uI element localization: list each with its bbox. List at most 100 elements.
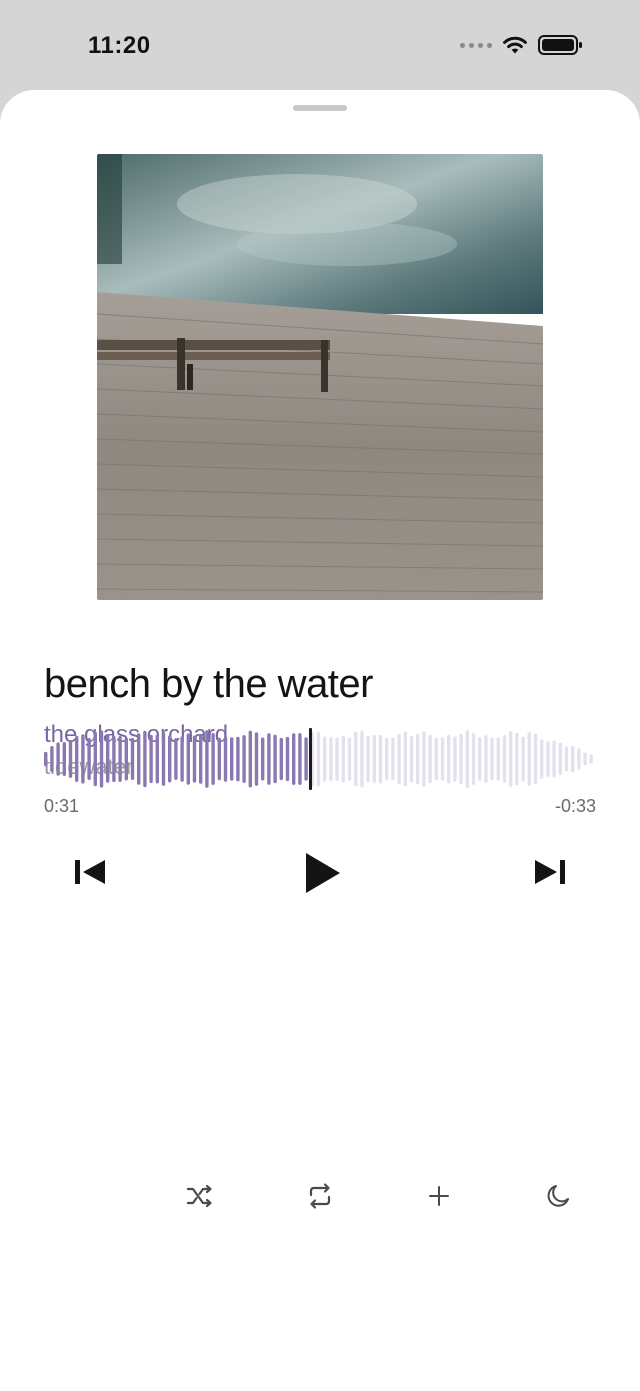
- waveform-bar: [385, 737, 389, 781]
- waveform-bar: [242, 735, 246, 783]
- waveform-bar: [230, 737, 234, 781]
- waveform-bar: [403, 731, 407, 787]
- waveform-bar: [564, 746, 569, 772]
- waveform-bar: [217, 737, 221, 781]
- waveform-bar: [453, 736, 457, 782]
- waveform-bar: [99, 730, 104, 788]
- waveform-bar: [68, 740, 73, 778]
- waveform-bar: [471, 733, 476, 785]
- repeat-button[interactable]: [298, 1170, 342, 1222]
- waveform-bar: [409, 735, 414, 783]
- waveform-bar: [81, 734, 85, 784]
- waveform-bar: [273, 734, 277, 784]
- waveform-bar: [490, 737, 494, 781]
- waveform-bar: [533, 733, 538, 785]
- play-icon: [306, 853, 340, 893]
- waveform-bar: [552, 740, 556, 778]
- shuffle-button[interactable]: [178, 1170, 222, 1222]
- waveform-bar: [428, 734, 432, 784]
- waveform-bar: [496, 737, 500, 781]
- waveform-bar: [509, 731, 513, 787]
- waveform-bar: [304, 737, 308, 781]
- waveform-bar: [223, 736, 228, 782]
- waveform-bar: [254, 732, 259, 786]
- track-title: bench by the water: [44, 662, 374, 706]
- add-icon: [429, 1186, 449, 1206]
- waveform-bar: [434, 737, 438, 781]
- album-artwork-image: [97, 154, 543, 600]
- waveform-bar: [62, 742, 66, 776]
- waveform-bar: [298, 733, 302, 785]
- bottom-toolbar: [0, 1170, 640, 1222]
- waveform-bar: [161, 732, 166, 786]
- waveform-bar: [335, 737, 339, 781]
- waveform-bar: [577, 748, 581, 770]
- waveform-bar: [56, 742, 60, 776]
- waveform-bar: [323, 736, 327, 782]
- waveform-bar: [143, 730, 147, 788]
- waveform-bar: [354, 731, 358, 787]
- add-to-library-button[interactable]: [417, 1170, 461, 1222]
- waveform-bar: [372, 734, 376, 784]
- waveform-bar: [199, 734, 203, 784]
- waveform-bar: [502, 735, 507, 783]
- repeat-icon: [309, 1183, 331, 1209]
- waveform-bar: [292, 733, 296, 785]
- waveform-bar: [558, 742, 562, 776]
- waveform-bar: [391, 737, 395, 781]
- waveform-bar: [75, 735, 79, 782]
- status-bar: 11:20: [0, 0, 640, 96]
- waveform-bar: [360, 730, 364, 788]
- cellular-signal-icon: [460, 42, 492, 48]
- waveform-bar: [137, 733, 141, 785]
- waveform-bar: [236, 736, 240, 782]
- waveform-bar: [341, 735, 345, 783]
- waveform-bar: [106, 735, 110, 783]
- waveform-bar: [484, 735, 488, 783]
- waveform-bar: [447, 734, 451, 784]
- waveform-bar: [459, 733, 463, 785]
- waveform-bar: [378, 734, 383, 784]
- wifi-icon: [503, 36, 527, 54]
- waveform-bar: [267, 733, 271, 785]
- waveform-bar: [248, 730, 252, 788]
- waveform-bar: [130, 738, 135, 780]
- waveform-bar: [521, 736, 525, 782]
- waveform-bar: [329, 737, 333, 781]
- waveform-bar: [279, 737, 283, 781]
- sleep-timer-button[interactable]: [536, 1170, 580, 1222]
- waveform-bar: [366, 735, 370, 783]
- waveform-bar: [211, 733, 215, 785]
- waveform-bar: [168, 735, 172, 783]
- waveform-bar: [44, 751, 48, 767]
- sheet-grabber[interactable]: [293, 105, 347, 111]
- next-track-icon: [535, 860, 565, 884]
- waveform-bar: [465, 730, 469, 788]
- waveform-bar: [186, 733, 190, 785]
- shuffle-icon: [186, 1184, 212, 1208]
- playhead[interactable]: [309, 728, 312, 790]
- waveform-bar: [261, 737, 265, 781]
- waveform-bar: [589, 754, 593, 764]
- waveform-bar: [540, 739, 544, 779]
- waveform-bar: [112, 735, 116, 783]
- waveform-bar: [50, 746, 54, 773]
- waveform-bar: [87, 738, 91, 780]
- waveform-bar: [192, 735, 197, 783]
- waveform-bar: [583, 752, 587, 766]
- waveform-bar: [546, 741, 550, 777]
- waveform-bar: [205, 730, 209, 788]
- waveform-bar: [571, 745, 575, 773]
- previous-track-button[interactable]: [62, 848, 118, 896]
- battery-icon: [538, 35, 582, 55]
- waveform-bar: [416, 733, 420, 785]
- waveform-bar: [422, 731, 426, 787]
- next-track-button[interactable]: [522, 848, 578, 896]
- waveform-bar: [285, 736, 290, 782]
- waveform-bar: [155, 734, 159, 784]
- waveform-scrubber[interactable]: [44, 726, 596, 792]
- play-button[interactable]: [290, 838, 354, 908]
- status-time: 11:20: [88, 32, 151, 59]
- waveform-bar: [93, 731, 97, 787]
- waveform-bar: [347, 737, 352, 781]
